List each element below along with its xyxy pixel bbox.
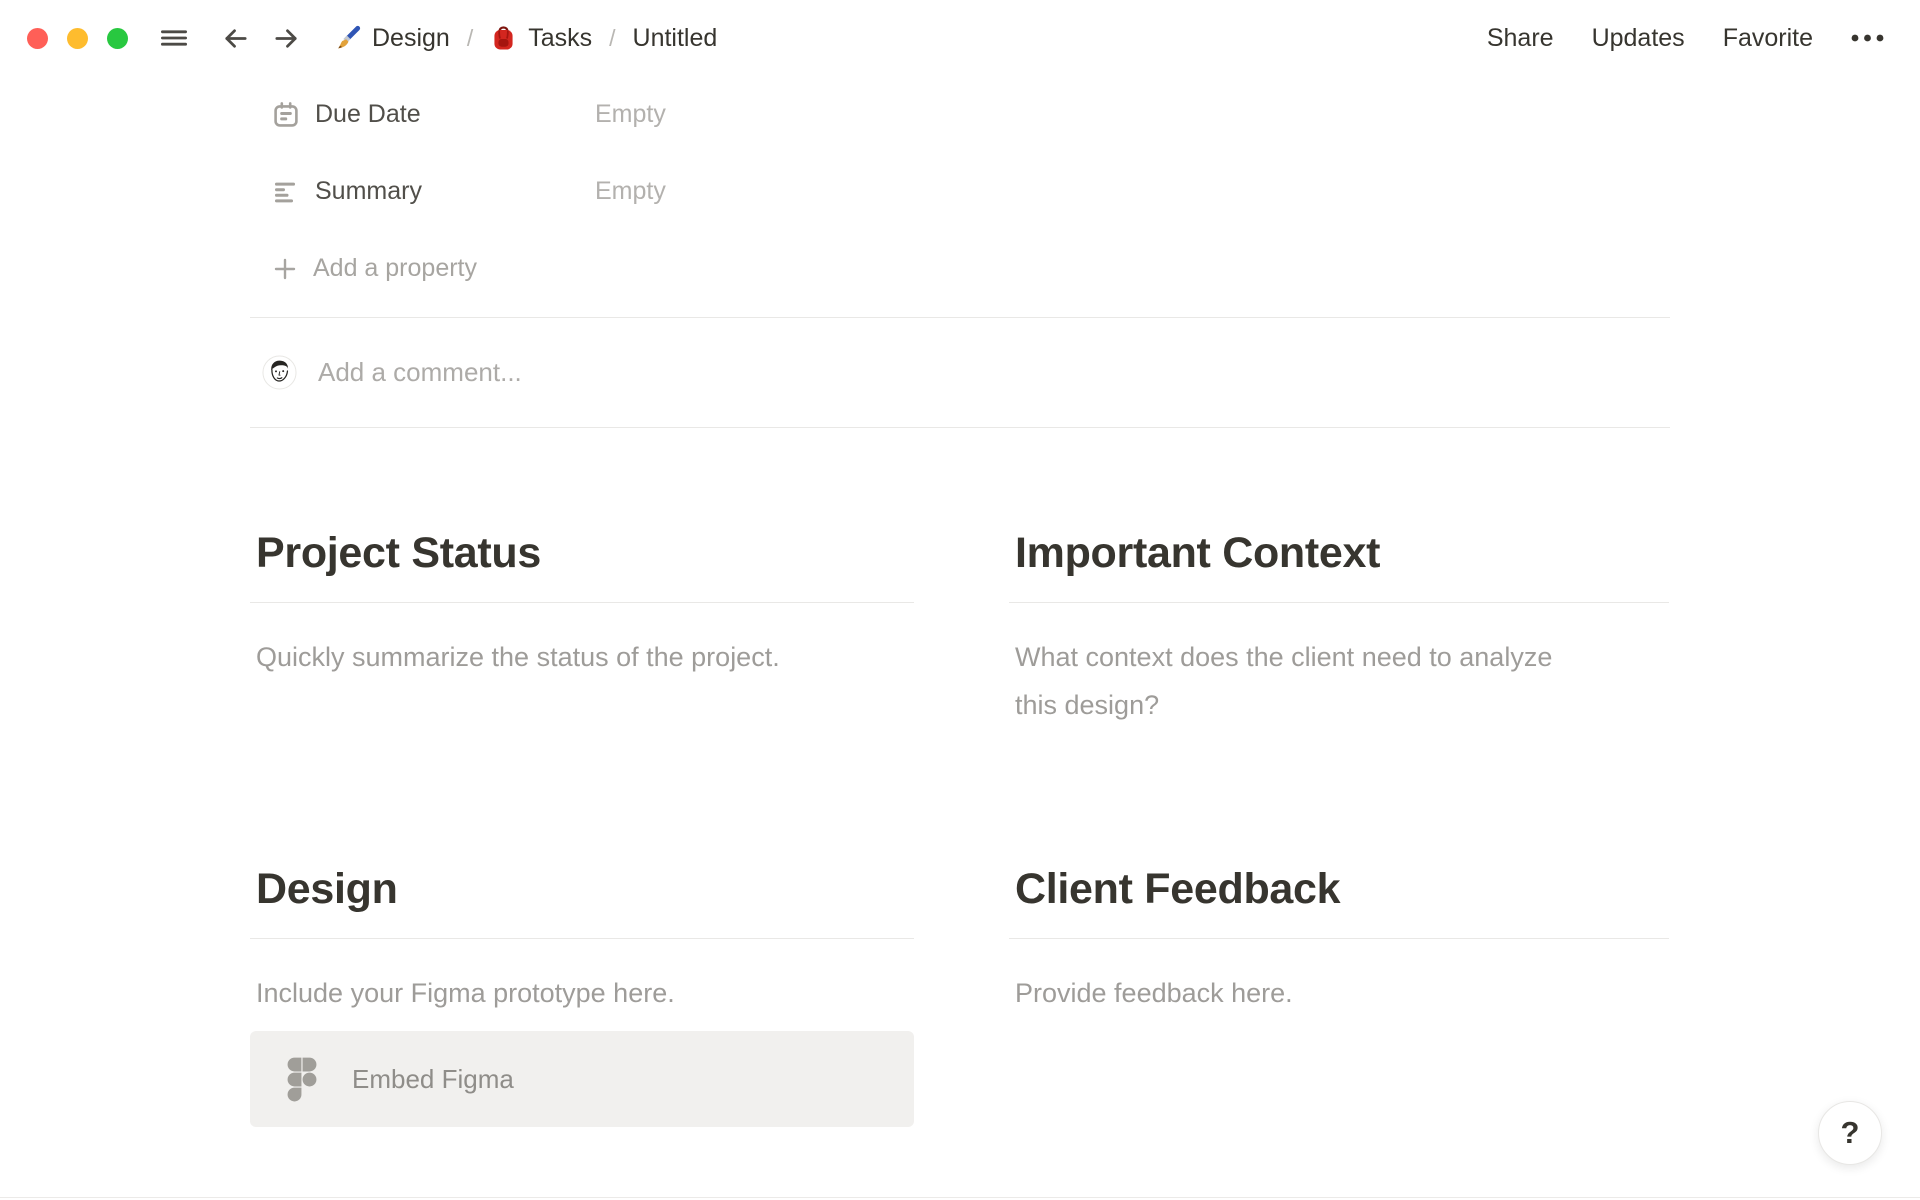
favorite-button[interactable]: Favorite: [1721, 22, 1815, 55]
section-body-text[interactable]: Include your Figma prototype here.: [250, 969, 914, 1017]
align-left-icon: [272, 178, 300, 206]
arrow-right-icon: [271, 23, 302, 54]
breadcrumb-label: Design: [372, 23, 450, 52]
embed-figma-button[interactable]: Embed Figma: [250, 1031, 914, 1127]
section-title[interactable]: Design: [250, 863, 914, 915]
add-comment-input[interactable]: [318, 357, 1670, 388]
section-client-feedback: Client Feedback Provide feedback here.: [1009, 863, 1669, 1127]
breadcrumb-separator: /: [609, 24, 616, 51]
comment-section: [250, 318, 1670, 427]
breadcrumb-item-untitled[interactable]: Untitled: [629, 22, 722, 55]
page-properties: Due Date Empty Summary Empty Add a prope…: [250, 76, 1670, 307]
page-content: Due Date Empty Summary Empty Add a prope…: [250, 76, 1670, 1127]
close-window-button[interactable]: [27, 27, 48, 49]
section-divider: [250, 602, 914, 603]
section-divider: [1009, 602, 1669, 603]
share-button[interactable]: Share: [1485, 22, 1556, 55]
embed-figma-label: Embed Figma: [352, 1063, 514, 1094]
section-grid: Project Status Quickly summarize the sta…: [250, 527, 1670, 1127]
section-body-text[interactable]: Provide feedback here.: [1009, 969, 1669, 1017]
window-controls: [27, 27, 128, 49]
property-value-due-date[interactable]: Empty: [595, 100, 666, 129]
section-title[interactable]: Client Feedback: [1009, 863, 1669, 915]
section-title[interactable]: Project Status: [250, 527, 914, 579]
divider: [250, 427, 1670, 428]
breadcrumb-label: Untitled: [632, 23, 718, 52]
section-design: Design Include your Figma prototype here…: [250, 863, 914, 1127]
property-row-summary[interactable]: Summary Empty: [272, 153, 1670, 230]
notion-window: Design / Tasks / Untitled Share Updates …: [0, 0, 1920, 1200]
updates-button[interactable]: Updates: [1590, 22, 1687, 55]
help-button[interactable]: ?: [1818, 1101, 1882, 1165]
topbar-actions: Share Updates Favorite: [1485, 22, 1886, 55]
breadcrumb: Design / Tasks / Untitled: [330, 22, 721, 55]
property-label: Summary: [315, 177, 422, 205]
ellipsis-icon: [1849, 25, 1886, 51]
breadcrumb-separator: /: [466, 24, 474, 51]
more-options-button[interactable]: [1849, 25, 1886, 51]
arrow-left-icon: [220, 23, 251, 54]
plus-icon: [272, 256, 298, 282]
breadcrumb-item-tasks[interactable]: Tasks: [486, 22, 596, 55]
property-value-summary[interactable]: Empty: [595, 177, 666, 206]
section-divider: [250, 938, 914, 939]
minimize-window-button[interactable]: [67, 27, 88, 49]
section-important-context: Important Context What context does the …: [1009, 527, 1669, 729]
forward-button[interactable]: [271, 23, 302, 54]
back-button[interactable]: [220, 23, 251, 54]
section-body-text[interactable]: What context does the client need to ana…: [1009, 633, 1669, 729]
calendar-icon: [272, 101, 300, 129]
backpack-icon: [490, 25, 517, 52]
section-divider: [1009, 938, 1669, 939]
hamburger-icon: [158, 22, 190, 54]
paintbrush-icon: [334, 25, 361, 52]
property-label: Due Date: [315, 100, 421, 128]
section-project-status: Project Status Quickly summarize the sta…: [250, 527, 914, 729]
sidebar-toggle-button[interactable]: [158, 22, 190, 54]
section-body-text[interactable]: Quickly summarize the status of the proj…: [250, 633, 914, 681]
property-row-due-date[interactable]: Due Date Empty: [272, 76, 1670, 153]
breadcrumb-label: Tasks: [528, 23, 593, 52]
section-title[interactable]: Important Context: [1009, 527, 1669, 579]
add-property-button[interactable]: Add a property: [272, 230, 477, 307]
breadcrumb-item-design[interactable]: Design: [330, 22, 454, 55]
zoom-window-button[interactable]: [107, 27, 128, 49]
window-bottom-edge: [0, 1197, 1920, 1198]
add-property-label: Add a property: [313, 254, 477, 282]
topbar: Design / Tasks / Untitled Share Updates …: [0, 0, 1920, 76]
user-avatar: [262, 355, 297, 390]
figma-icon: [287, 1056, 317, 1102]
